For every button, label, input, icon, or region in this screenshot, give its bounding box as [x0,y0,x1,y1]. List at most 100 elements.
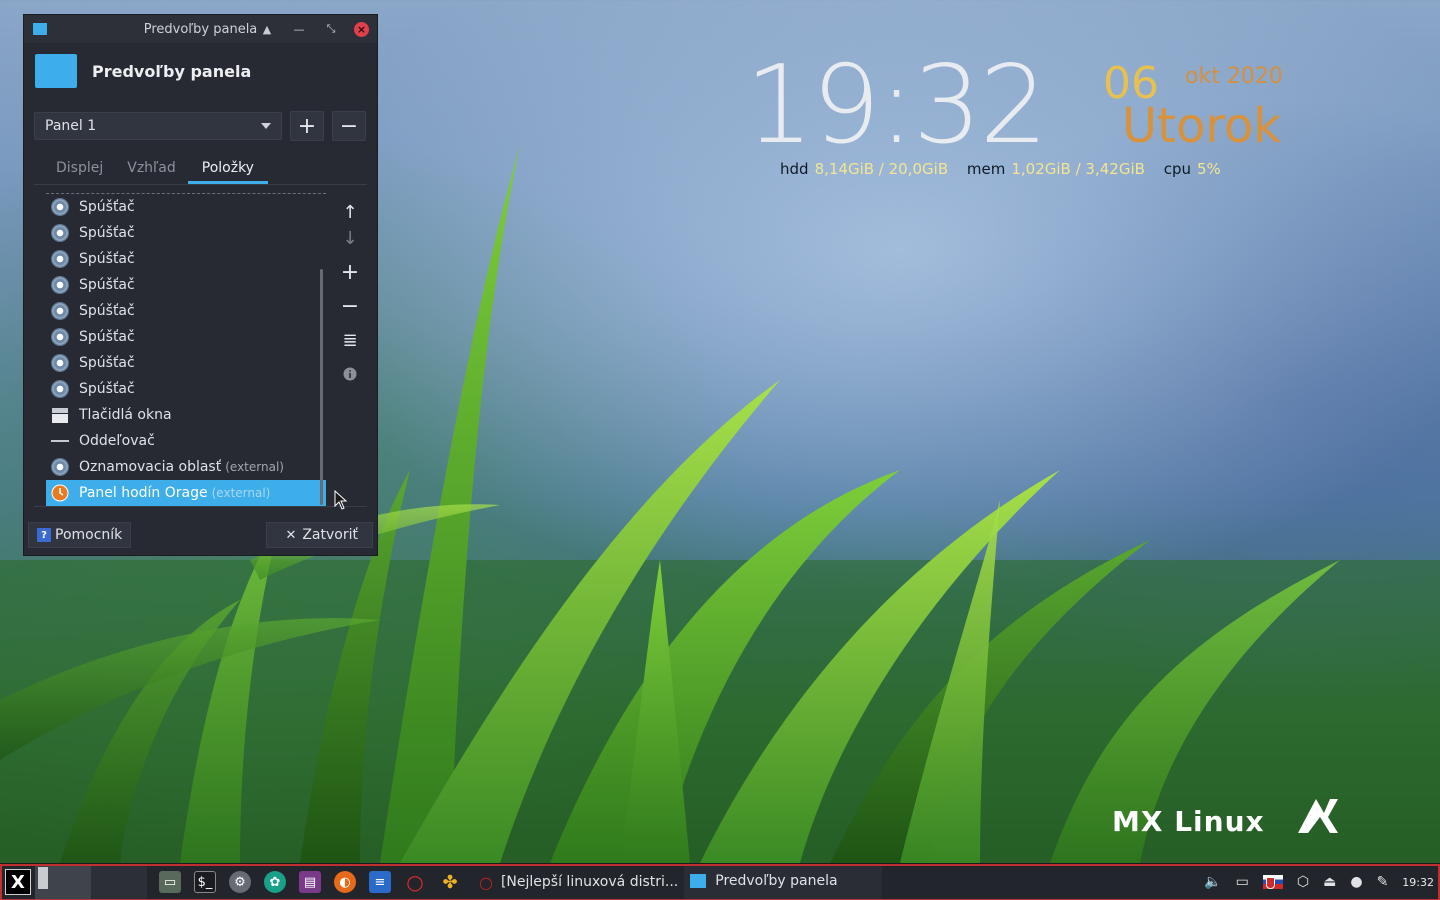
item-label: Oddeľovač [79,433,155,449]
mx-menu-icon[interactable]: X [5,869,31,895]
item-label: Tlačidlá okna [79,407,172,423]
list-item[interactable]: Oddeľovač [46,428,326,454]
mx-x-icon [1298,799,1338,833]
stat-value: 5% [1196,160,1221,178]
close-label: Zatvoriť [302,527,358,543]
gear-icon [52,251,68,267]
add-item-button[interactable]: + [335,259,365,285]
maximize-icon[interactable]: ⤡ [322,20,340,38]
system-tray: 🔈 ▭ ⬡ ⏏ ● ✎ 19:32 [1204,874,1440,890]
item-label: Spúšťač [79,251,135,267]
add-panel-button[interactable]: + [290,111,324,141]
help-button[interactable]: ? Pomocník [28,522,132,548]
document-viewer-icon[interactable]: ≡ [369,871,391,893]
package-updater-icon[interactable]: ⬡ [1297,874,1309,890]
list-item[interactable]: Spúšťač [46,376,326,402]
list-item[interactable]: Spúšťač [46,272,326,298]
software-center-icon[interactable]: ✿ [264,871,286,893]
move-up-button[interactable]: ↑ [335,199,365,225]
gear-icon [52,303,68,319]
list-item[interactable]: Tlačidlá okna [46,402,326,428]
list-item[interactable]: Oznamovacia oblasť (external) [46,454,326,480]
file-manager-icon[interactable]: ▭ [159,871,181,893]
window-titlebar[interactable]: Predvoľby panela ▲ — ⤡ × [24,15,377,43]
conky-month-year: okt 2020 [1185,64,1283,89]
image-viewer-icon[interactable]: ✤ [439,871,461,893]
list-item[interactable]: Spúšťač [46,298,326,324]
volume-icon[interactable]: 🔈 [1204,874,1221,890]
help-label: Pomocník [55,527,123,543]
stat-label: hdd [780,160,809,178]
gear-icon [52,381,68,397]
conky-widget: 19:32 06 okt 2020 Utorok hdd 8,14GiB / 20… [745,52,1305,192]
workspace-window-thumb [38,867,48,889]
taskbar: X ▭ $_ ⚙ ✿ ▤ ◐ ≡ ○ ✤ ○ [Nejlepší linuxov… [0,863,1440,900]
move-down-button[interactable]: ↓ [335,225,365,251]
remove-panel-button[interactable]: − [332,111,366,141]
plus-icon: + [340,259,360,285]
tab-bar: Displej Vzhľad Položky [34,153,367,185]
gear-icon [52,329,68,345]
plus-icon: + [297,113,317,139]
workspace-2[interactable] [91,864,147,900]
tab-display[interactable]: Displej [44,153,115,184]
archive-manager-icon[interactable]: ▤ [299,871,321,893]
clock-icon [51,484,69,502]
close-button[interactable]: ✕ Zatvoriť [266,522,373,548]
minus-icon: − [339,113,359,139]
dialog-footer: ? Pomocník ✕ Zatvoriť [24,515,377,555]
item-actions: ↑ ↓ + − ≣ [335,199,365,395]
eject-icon[interactable]: ⏏ [1323,874,1336,890]
close-icon[interactable]: × [354,21,369,37]
minimize-icon[interactable]: — [290,20,308,38]
stat-label: mem [966,160,1006,178]
list-item[interactable]: Spúšťač [46,220,326,246]
list-item[interactable]: Spúšťač [46,324,326,350]
info-icon [343,367,357,381]
workspace-1[interactable] [35,864,91,900]
list-scrollbar[interactable] [320,269,323,505]
mouse-cursor-icon [334,490,348,510]
list-item[interactable]: Spúšťač [46,350,326,376]
conky-weekday: Utorok [1122,98,1282,154]
opera-icon: ○ [479,872,493,892]
taskbar-clock[interactable]: 19:32 [1402,876,1434,889]
task-label: Predvoľby panela [715,873,838,889]
list-item-selected[interactable]: Panel hodín Orage (external) [46,480,326,506]
list-item[interactable]: Spúšťač [46,246,326,272]
task-label: [Nejlepší linuxová distri... [500,874,679,890]
mx-linux-logo: MX Linux [1112,795,1342,840]
item-about-button[interactable] [335,361,365,387]
chevron-down-icon [261,123,271,129]
tab-appearance[interactable]: Vzhľad [115,153,188,184]
notification-icon[interactable]: ▭ [1236,874,1249,890]
dialog-header: Predvoľby panela [24,43,377,99]
panel-preferences-icon [690,874,707,888]
terminal-icon[interactable]: $_ [194,871,216,893]
item-label: Spúšťač [79,277,135,293]
tab-items[interactable]: Položky [187,153,268,184]
item-label: Panel hodín Orage [79,485,208,501]
remove-item-button[interactable]: − [335,293,365,319]
close-x-icon: ✕ [285,527,297,543]
items-list[interactable]: Spúšťač Spúšťač Spúšťač Spúšťač Spúšťač … [46,193,326,506]
gear-icon [52,277,68,293]
task-browser[interactable]: ○ [Nejlepší linuxová distri... [473,864,684,900]
power-icon[interactable]: ● [1350,874,1362,890]
item-preferences-button[interactable]: ≣ [335,327,365,353]
settings-icon[interactable]: ⚙ [229,871,251,893]
panel-select-value: Panel 1 [45,118,97,134]
gear-icon [52,355,68,371]
task-panel-preferences[interactable]: Predvoľby panela [684,863,883,900]
list-item[interactable]: Spúšťač [46,194,326,220]
brand-text: MX Linux [1112,805,1265,838]
items-content: Spúšťač Spúšťač Spúšťač Spúšťač Spúšťač … [34,185,367,510]
clipboard-icon[interactable]: ✎ [1377,874,1389,890]
dialog-title: Predvoľby panela [92,61,252,81]
firefox-icon[interactable]: ◐ [334,871,356,893]
panel-select[interactable]: Panel 1 [34,112,282,140]
shade-icon[interactable]: ▲ [258,20,276,38]
opera-icon[interactable]: ○ [404,870,426,894]
help-icon: ? [37,528,51,542]
keyboard-layout-flag-icon[interactable] [1262,875,1283,889]
